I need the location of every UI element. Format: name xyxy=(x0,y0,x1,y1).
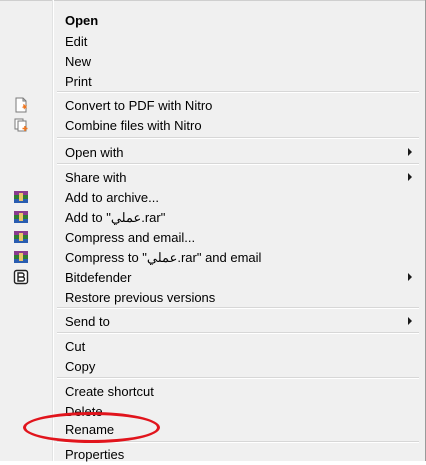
menu-item-add-to-archive[interactable]: Add to archive... xyxy=(0,187,420,208)
menu-item-convert-pdf[interactable]: Convert to PDF with Nitro xyxy=(0,95,420,116)
menu-item-label: Print xyxy=(65,74,92,89)
menu-item-compress-email[interactable]: Compress and email... xyxy=(0,227,420,248)
nitro-pdf-icon xyxy=(13,97,29,113)
menu-item-compress-to-rar-email[interactable]: Compress to "عملي.rar" and email xyxy=(0,247,420,268)
menu-item-label: Compress to "عملي.rar" and email xyxy=(65,250,262,265)
menu-top-border xyxy=(0,0,426,1)
menu-item-edit[interactable]: Edit xyxy=(0,31,420,52)
menu-separator xyxy=(57,377,419,379)
menu-item-label: Add to "عملي.rar" xyxy=(65,210,166,225)
menu-item-open[interactable]: Open xyxy=(0,10,420,31)
menu-item-label: Edit xyxy=(65,34,88,49)
menu-item-label: Create shortcut xyxy=(65,384,154,399)
menu-item-label: Combine files with Nitro xyxy=(65,118,202,133)
submenu-arrow-icon xyxy=(408,273,412,281)
menu-item-combine-files[interactable]: Combine files with Nitro xyxy=(0,115,420,136)
menu-item-label: Copy xyxy=(65,359,96,374)
menu-item-label: Restore previous versions xyxy=(65,290,216,305)
menu-item-label: Properties xyxy=(65,447,125,462)
menu-item-create-shortcut[interactable]: Create shortcut xyxy=(0,381,420,402)
menu-item-label: Compress and email... xyxy=(65,230,196,245)
menu-item-bitdefender[interactable]: Bitdefender xyxy=(0,267,420,288)
menu-item-label: Send to xyxy=(65,314,110,329)
menu-item-new[interactable]: New xyxy=(0,51,420,72)
rename-highlight-circle xyxy=(23,412,160,443)
menu-item-cut[interactable]: Cut xyxy=(0,336,420,357)
context-menu: Open Edit New Print Convert to PDF with … xyxy=(0,0,426,462)
winrar-icon xyxy=(13,249,29,265)
submenu-arrow-icon xyxy=(408,148,412,156)
menu-item-restore-versions[interactable]: Restore previous versions xyxy=(0,287,420,308)
submenu-arrow-icon xyxy=(408,173,412,181)
menu-item-properties[interactable]: Properties xyxy=(0,444,420,465)
menu-item-copy[interactable]: Copy xyxy=(0,356,420,377)
winrar-icon xyxy=(13,229,29,245)
menu-separator xyxy=(57,332,419,334)
menu-separator xyxy=(57,307,419,309)
menu-separator xyxy=(57,163,419,165)
menu-item-label: Share with xyxy=(65,170,127,185)
menu-item-label: Convert to PDF with Nitro xyxy=(65,98,213,113)
winrar-icon xyxy=(13,189,29,205)
menu-item-send-to[interactable]: Send to xyxy=(0,311,420,332)
menu-item-label: Bitdefender xyxy=(65,270,132,285)
menu-separator xyxy=(57,137,419,139)
menu-item-label: Cut xyxy=(65,339,86,354)
bitdefender-icon xyxy=(13,269,29,285)
menu-item-open-with[interactable]: Open with xyxy=(0,142,420,163)
nitro-combine-icon xyxy=(13,117,29,133)
menu-item-add-to-rar[interactable]: Add to "عملي.rar" xyxy=(0,207,420,228)
winrar-icon xyxy=(13,209,29,225)
menu-item-print[interactable]: Print xyxy=(0,71,420,92)
menu-item-label: Open xyxy=(65,13,99,28)
menu-item-label: New xyxy=(65,54,92,69)
menu-separator xyxy=(57,91,419,93)
submenu-arrow-icon xyxy=(408,317,412,325)
menu-item-label: Add to archive... xyxy=(65,190,159,205)
menu-item-share-with[interactable]: Share with xyxy=(0,167,420,188)
menu-item-label: Open with xyxy=(65,145,124,160)
